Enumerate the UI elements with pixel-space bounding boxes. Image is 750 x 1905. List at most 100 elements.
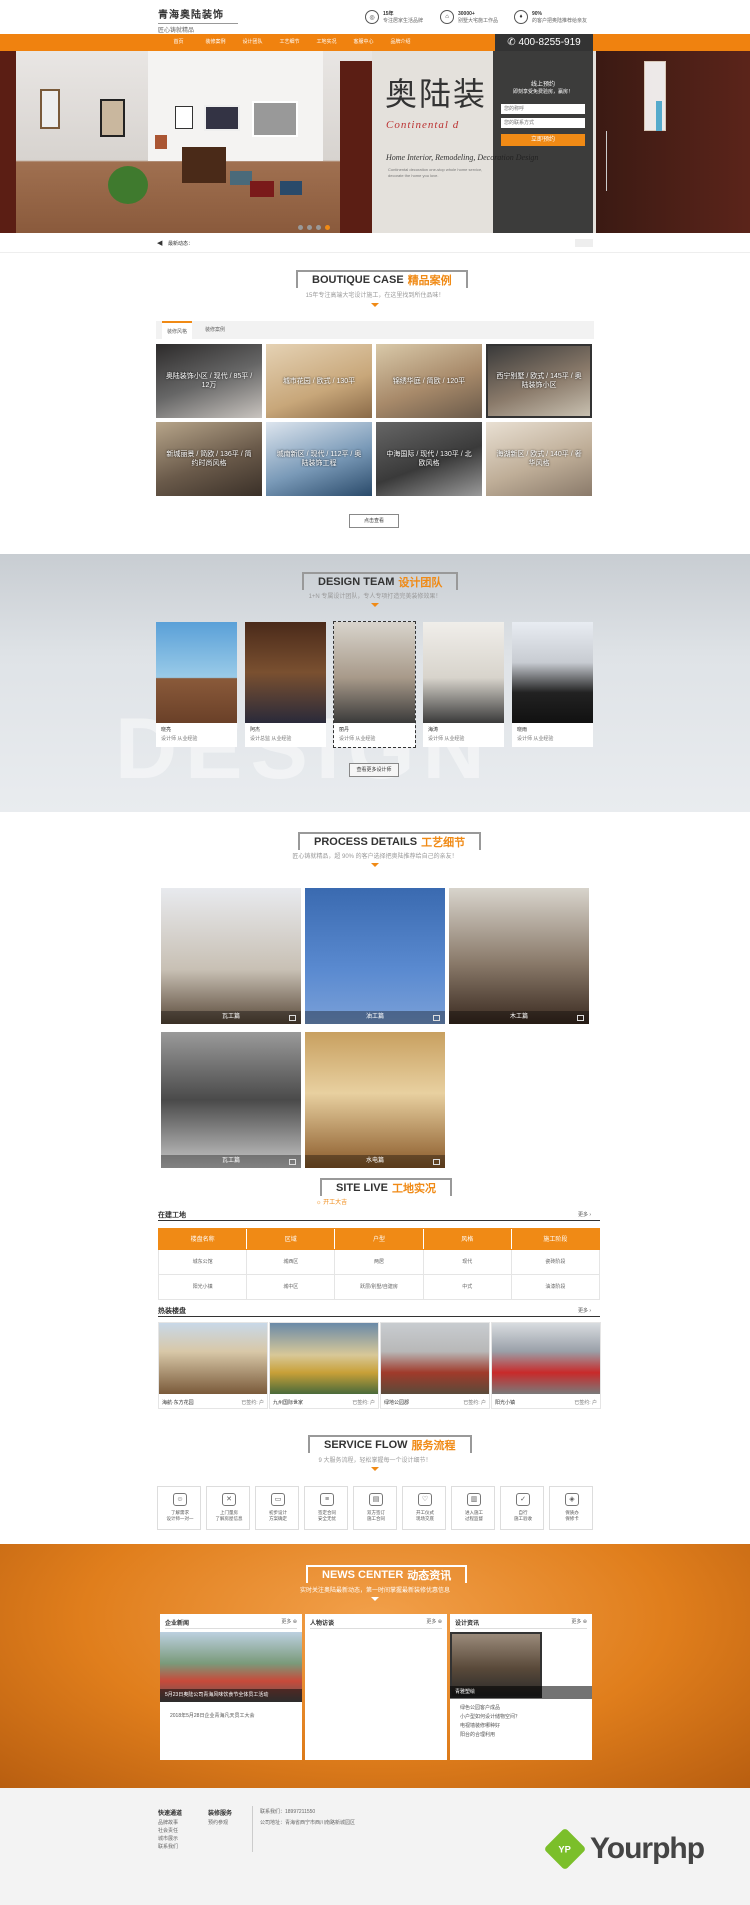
designer-name: 晓雨 <box>517 727 528 733</box>
house-icon: ⌂ <box>440 10 454 24</box>
hero-banner[interactable]: 奥陆装 Continental d Home Interior, Remodel… <box>0 51 750 233</box>
footer-link[interactable]: 城市展示 <box>158 1835 178 1843</box>
designer-card[interactable]: 海涛 设计师 从业经验 <box>423 622 504 747</box>
building-card[interactable]: 阳光小镇 已签约: 户 <box>491 1322 601 1409</box>
hotline[interactable]: ✆ 400-8255-919 <box>495 34 593 51</box>
flow-step[interactable]: ▥ 进入施工 过程监督 <box>451 1486 495 1530</box>
flow-step[interactable]: ♡ 开工仪式 现场交底 <box>402 1486 446 1530</box>
wall-frame <box>100 99 125 137</box>
pager-dot[interactable] <box>316 225 321 230</box>
flow-step[interactable]: ≡ 签定合同 安全无忧 <box>304 1486 348 1530</box>
nav-item-process[interactable]: 工艺细节 <box>271 34 308 51</box>
news-item[interactable]: 小户型如何设计储物空间？ <box>460 1713 520 1720</box>
pager-dot-active[interactable] <box>325 225 330 230</box>
table-cell: 城中区 <box>247 1275 336 1299</box>
footer-link[interactable]: 预约参观 <box>208 1819 228 1827</box>
nav-item-cases[interactable]: 装修案例 <box>197 34 234 51</box>
flower <box>606 131 628 191</box>
footer-link[interactable]: 品牌故事 <box>158 1819 178 1827</box>
step-line1: 保质办 <box>565 1510 579 1515</box>
column-header: 风格 <box>424 1229 512 1249</box>
tab-style[interactable]: 装修风格 <box>162 321 192 339</box>
news-more-link[interactable]: 更多 ⊕ <box>426 1618 442 1625</box>
section-title-cn: 设计团队 <box>398 577 443 589</box>
flow-step[interactable]: ✓ 自行 施工验收 <box>500 1486 544 1530</box>
building-card[interactable]: 海航·东方花园 已签约: 户 <box>158 1322 268 1409</box>
watermark-text: Yourphp <box>590 1832 705 1865</box>
case-card[interactable]: 奥陆装饰小区 / 现代 / 85平 / 12万 <box>156 344 262 418</box>
case-card[interactable]: 中海国际 / 现代 / 130平 / 北欧风格 <box>376 422 482 496</box>
flow-step[interactable]: ▤ 双方签订 施工合同 <box>353 1486 397 1530</box>
news-more-link[interactable]: 更多 ⊕ <box>281 1618 297 1625</box>
case-card[interactable]: 城市花园 / 欧式 / 130平 <box>266 344 372 418</box>
designer-photo <box>156 622 237 723</box>
view-more-designers-button[interactable]: 查看更多设计师 <box>349 763 399 777</box>
tab-cases[interactable]: 装修案例 <box>200 321 230 339</box>
building-count: 已签约: 户 <box>241 1400 264 1406</box>
building-count: 已签约: 户 <box>352 1400 375 1406</box>
nav-item-team[interactable]: 设计团队 <box>234 34 271 51</box>
designer-card[interactable]: 丽丹 设计师 从业经验 <box>333 621 416 748</box>
nav-item-service[interactable]: 客服中心 <box>345 34 382 51</box>
news-more-link[interactable]: 更多 ⊕ <box>571 1618 587 1625</box>
process-card[interactable]: 木工篇 <box>449 888 589 1024</box>
building-card[interactable]: 九州国际世家 已签约: 户 <box>269 1322 379 1409</box>
flow-step[interactable]: ☺ 了解需求 设计师一对一 <box>157 1486 201 1530</box>
case-card[interactable]: 西宁别墅 / 欧式 / 145平 / 奥陆装饰小区 <box>486 344 592 418</box>
hot-buildings-more-link[interactable]: 更多 › <box>578 1307 591 1314</box>
case-card[interactable]: 锦绣华庭 / 简欧 / 120平 <box>376 344 482 418</box>
plus-icon: ⊕ <box>581 1619 587 1625</box>
wall-frame <box>40 89 60 129</box>
nav-item-brand[interactable]: 品牌介绍 <box>382 34 419 51</box>
nav-item-sites[interactable]: 工地实况 <box>308 34 345 51</box>
designer-card[interactable]: 阿杰 设计总监 从业经验 <box>245 622 326 747</box>
designer-card[interactable]: 晓亮 设计师 从业经验 <box>156 622 237 747</box>
pager-dot[interactable] <box>298 225 303 230</box>
table-row[interactable]: 城东公馆 城西区 两居 现代 瓷砖阶段 <box>158 1250 600 1275</box>
step-line1: 签定合同 <box>318 1510 336 1515</box>
news-item[interactable]: 电视墙装修哪种好 <box>460 1722 500 1729</box>
table-cell: 中式 <box>424 1275 512 1299</box>
footer-link[interactable]: 联系我们 <box>158 1843 178 1851</box>
step-line1: 自行 <box>518 1510 528 1515</box>
process-card[interactable]: 瓦工篇 <box>161 888 301 1024</box>
case-card[interactable]: 新城丽景 / 简欧 / 136平 / 简约时尚风格 <box>156 422 262 496</box>
hotline-number: 400-8255-919 <box>518 37 581 48</box>
phone-input[interactable] <box>501 118 585 128</box>
logo[interactable]: 青海奥陆装饰 匠心铸就精品 <box>158 6 238 34</box>
name-input[interactable] <box>501 104 585 114</box>
flow-step[interactable]: ▭ 初步设计 方案确定 <box>255 1486 299 1530</box>
appointment-form: 线上预约 即刻享受免费验房，赢房！ 立即预约 <box>493 51 593 233</box>
site-tag: ☼ 开工大吉 <box>316 1197 347 1206</box>
case-card[interactable]: 城南新区 / 现代 / 112平 / 奥陆装饰工程 <box>266 422 372 496</box>
designer-card[interactable]: 晓雨 设计师 从业经验 <box>512 622 593 747</box>
case-card[interactable]: 海湖新区 / 欧式 / 140平 / 奢华风格 <box>486 422 592 496</box>
submit-button[interactable]: 立即预约 <box>501 134 585 146</box>
flow-step-label: 双方签订 施工合同 <box>354 1510 398 1522</box>
contract-icon: ▤ <box>369 1493 383 1506</box>
table-row[interactable]: 阳光小镇 城中区 跃层/别墅/自建房 中式 油漆阶段 <box>158 1275 600 1300</box>
live-sites-more-link[interactable]: 更多 › <box>578 1211 591 1218</box>
flow-step[interactable]: ◈ 保质办 保修卡 <box>549 1486 593 1530</box>
more-text: 更多 <box>571 1619 582 1625</box>
news-item[interactable]: 2018年5月28日企业青海凡天员工大会 <box>170 1712 254 1719</box>
phone-icon: ✆ <box>507 37 519 48</box>
section-title-cn: 工地实况 <box>391 1183 436 1195</box>
flow-step[interactable]: ✕ 上门量房 了解房屋信息 <box>206 1486 250 1530</box>
news-item[interactable]: 绿色公园客户成品 <box>460 1704 500 1711</box>
footer-address: 公司地址：青海省西宁市西川南路新城园区 <box>260 1820 356 1826</box>
news-column-title: 企业新闻 <box>165 1621 190 1627</box>
news-item[interactable]: 阳台的合理利用 <box>460 1731 495 1738</box>
speaker-icon: ◀ <box>157 240 163 247</box>
flow-step-label: 保质办 保修卡 <box>550 1510 594 1522</box>
process-card[interactable]: 水电篇 <box>305 1032 445 1168</box>
nav-item-home[interactable]: 首页 <box>160 34 197 51</box>
process-card[interactable]: 油工篇 <box>305 888 445 1024</box>
process-label: 木工篇 <box>449 1011 589 1024</box>
view-more-cases-button[interactable]: 点击查看 <box>349 514 399 528</box>
ticker-control[interactable] <box>575 239 593 247</box>
process-card[interactable]: 瓦工篇 <box>161 1032 301 1168</box>
footer-link[interactable]: 社会责任 <box>158 1827 178 1835</box>
pager-dot[interactable] <box>307 225 312 230</box>
building-card[interactable]: 绿地公园郡 已签约: 户 <box>380 1322 490 1409</box>
